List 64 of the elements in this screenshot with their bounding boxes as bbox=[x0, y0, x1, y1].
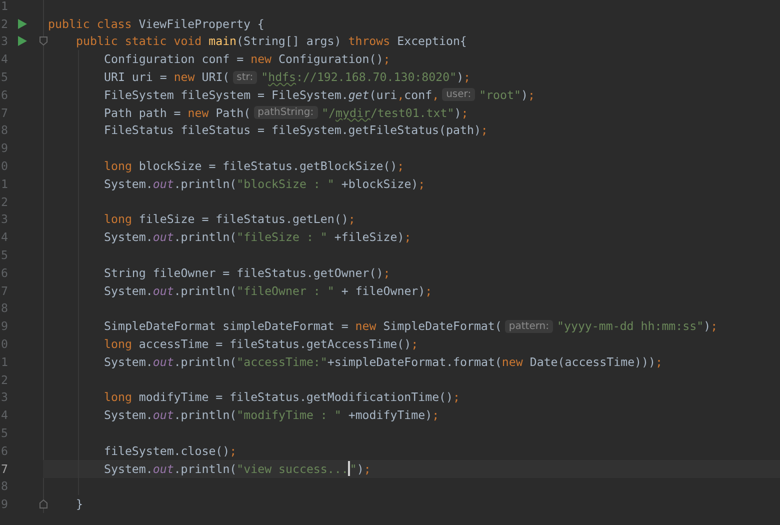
code-text: URI uri = new URI( bbox=[104, 70, 230, 84]
code-text: long blockSize = fileStatus.getBlockSize(); bbox=[104, 159, 404, 174]
line-number: 7 bbox=[1, 284, 8, 298]
code-text: long modifyTime = fileStatus.getModificationTime(); bbox=[104, 390, 460, 404]
code-text: System.out.println("modifyTime : " +modifyTime); bbox=[104, 408, 440, 422]
code-text: Path path = new Path( bbox=[104, 106, 251, 120]
line-number: 6 bbox=[1, 444, 8, 458]
line-number: 8 bbox=[1, 301, 8, 316]
line-number: 9 bbox=[1, 141, 8, 156]
line-number: 1 bbox=[1, 354, 8, 369]
code-text: System.out.println("blockSize : " +blockSize); bbox=[104, 176, 426, 191]
line-number: 4 bbox=[1, 52, 8, 66]
parameter-hint: pattern: bbox=[504, 320, 553, 333]
code-text: public static void main(String[] args) throws Exception{ bbox=[76, 34, 467, 48]
line-number: 9 bbox=[1, 319, 8, 334]
run-icon[interactable] bbox=[18, 18, 27, 29]
line-number: 5 bbox=[1, 426, 8, 440]
code-text: Configuration conf = new Configuration(); bbox=[104, 52, 390, 66]
line-number: 2 bbox=[1, 16, 8, 31]
line-number: 0 bbox=[1, 159, 8, 174]
line-number: 6 bbox=[1, 88, 8, 102]
parameter-hint: pathString: bbox=[254, 106, 318, 120]
code-text: public class ViewFileProperty { bbox=[48, 16, 264, 31]
line-number: 1 bbox=[1, 0, 8, 13]
line-number: 7 bbox=[1, 106, 8, 120]
run-icon[interactable] bbox=[18, 36, 27, 46]
line-number: 3 bbox=[1, 390, 8, 404]
code-text: long accessTime = fileStatus.getAccessTime(); bbox=[104, 337, 418, 352]
line-number: 5 bbox=[1, 248, 8, 262]
line-number: 9 bbox=[1, 497, 8, 512]
line-number: 8 bbox=[1, 479, 8, 494]
code-text: "root"); bbox=[479, 88, 535, 102]
line-number: 3 bbox=[1, 34, 8, 48]
line-number: 5 bbox=[1, 70, 8, 84]
code-text: System.out.println("view success... bbox=[104, 462, 348, 476]
line-number: 0 bbox=[1, 337, 8, 352]
code-text: "yyyy-mm-dd hh:mm:ss"); bbox=[557, 319, 718, 334]
code-text: "); bbox=[350, 462, 371, 476]
line-number: 4 bbox=[1, 230, 8, 244]
line-number: 7 bbox=[1, 462, 8, 476]
line-number: 2 bbox=[1, 194, 8, 209]
line-number: 6 bbox=[1, 266, 8, 280]
code-text: System.out.println("fileSize : " +fileSize); bbox=[104, 230, 412, 244]
code-text: } bbox=[76, 497, 83, 512]
fold-marker-icon[interactable] bbox=[39, 499, 48, 510]
code-text: FileSystem fileSystem = FileSystem.get(uri,conf, bbox=[104, 88, 440, 102]
code-text: fileSystem.close(); bbox=[104, 444, 237, 458]
parameter-hint: user: bbox=[442, 88, 476, 102]
code-text: System.out.println("accessTime:"+simpleDateFormat.format(new Date(accessTime))); bbox=[104, 354, 662, 369]
line-number: 2 bbox=[1, 372, 8, 387]
code-text: "hdfs://192.168.70.130:8020"); bbox=[261, 70, 471, 84]
code-text: long fileSize = fileStatus.getLen(); bbox=[104, 212, 356, 226]
code-text: FileStatus fileStatus = fileSystem.getFileStatus(path); bbox=[104, 123, 488, 138]
line-number: 4 bbox=[1, 408, 8, 422]
code-text: System.out.println("fileOwner : " + fileOwner); bbox=[104, 284, 432, 298]
text-cursor bbox=[348, 461, 350, 476]
line-number: 1 bbox=[1, 176, 8, 191]
parameter-hint: str: bbox=[232, 70, 258, 84]
fold-marker-icon[interactable] bbox=[39, 36, 48, 46]
code-text: SimpleDateFormat simpleDateFormat = new SimpleDateFormat( bbox=[104, 319, 502, 334]
line-number: 8 bbox=[1, 123, 8, 138]
line-number: 3 bbox=[1, 212, 8, 226]
code-text: "/mydir/test01.txt"); bbox=[322, 106, 468, 120]
code-text: String fileOwner = fileStatus.getOwner(); bbox=[104, 266, 390, 280]
